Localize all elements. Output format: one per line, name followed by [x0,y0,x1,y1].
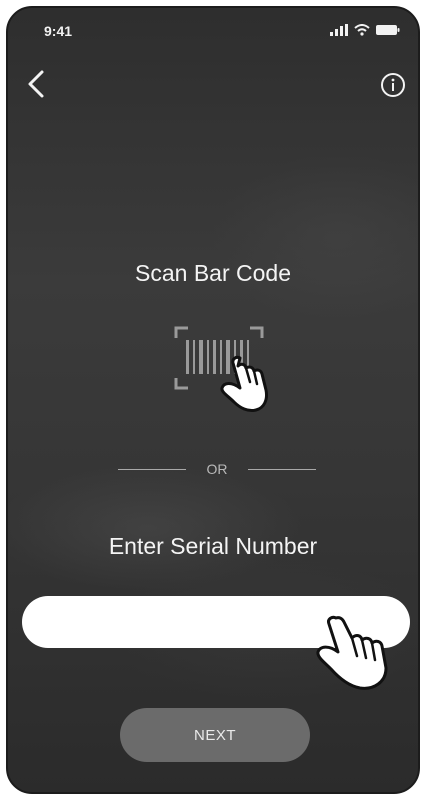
divider-line-left [118,469,186,470]
barcode-scan-icon [174,326,268,412]
next-button[interactable]: NEXT [120,708,310,762]
or-text: OR [206,461,228,477]
divider-line-right [248,469,316,470]
nav-bar [8,60,418,108]
scan-bar-code-title: Scan Bar Code [135,260,291,286]
status-bar: 9:41 [8,8,418,52]
scan-bar-code-button[interactable] [162,316,270,416]
enter-serial-number-title: Enter Serial Number [108,533,318,559]
back-button[interactable] [18,66,54,102]
battery-icon [376,25,400,35]
info-button[interactable] [378,70,408,100]
chevron-left-icon [28,70,44,98]
wifi-icon [354,24,370,36]
info-icon [381,73,405,97]
status-time: 9:41 [44,23,73,39]
phone-screen: 9:41 Scan Bar Code OR Enter Serial Numbe… [6,6,420,794]
signal-icon [330,24,348,36]
or-divider: OR [8,460,418,480]
serial-number-input[interactable] [22,596,410,648]
status-icons [330,22,400,38]
